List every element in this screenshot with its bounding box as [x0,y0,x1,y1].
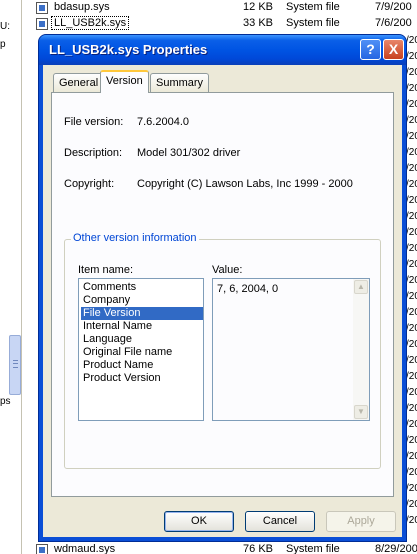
file-name: LL_USB2k.sys [50,16,130,30]
date-fragment: /200 [406,307,417,318]
copyright-value: Copyright (C) Lawson Labs, Inc 1999 - 20… [137,178,353,190]
system-file-icon [36,544,48,554]
date-fragment: /200 [406,403,417,414]
help-icon: ? [366,41,375,57]
date-fragment: /200 [406,147,417,158]
other-version-info-group: Other version information Item name: Val… [64,232,381,469]
date-fragment: /200 [406,483,417,494]
list-item[interactable]: Original File name [81,346,203,359]
file-version-value: 7.6.2004.0 [137,116,189,128]
list-item[interactable]: File Version [81,307,203,320]
list-item[interactable]: Language [81,333,203,346]
description-value: Model 301/302 driver [137,147,241,159]
file-type: System file [286,543,340,554]
date-fragment: /200 [406,67,417,78]
close-icon: X [388,41,399,57]
file-name: bdasup.sys [54,1,110,13]
explorer-left-scrollbar-thumb[interactable] [9,335,21,395]
scroll-grip-icon [13,360,18,368]
date-fragment: /200 [406,259,417,270]
file-date: 8/29/200 [375,543,417,554]
date-fragment: /200 [406,163,417,174]
date-fragment: /200 [406,515,417,526]
tab-general[interactable]: General [53,73,105,92]
explorer-left-pane: U: p ps [0,0,12,554]
dialog-titlebar[interactable]: LL_USB2k.sys Properties ? X [39,35,406,65]
copyright-label: Copyright: [64,178,115,190]
dialog-title: LL_USB2k.sys Properties [49,42,208,57]
file-row[interactable]: LL_USB2k.sys 33 KB System file 7/6/200 [30,16,417,32]
list-item[interactable]: Internal Name [81,320,203,333]
left-fragment: U: [0,21,10,32]
item-name-label: Item name: [78,264,134,276]
file-row[interactable]: bdasup.sys 12 KB System file 7/9/200 [30,0,417,16]
tab-version[interactable]: Version [100,70,149,93]
value-textbox[interactable]: 7, 6, 2004, 0 ▲ ▼ [212,278,370,421]
dialog-client-area: General Version Summary File version: 7.… [43,65,402,537]
close-button[interactable]: X [383,39,404,60]
date-fragment: /200 [406,275,417,286]
date-fragment: /200 [406,83,417,94]
version-tab-panel: File version: 7.6.2004.0 Description: Mo… [51,92,394,497]
date-fragment: /200 [406,435,417,446]
date-fragment: /200 [406,35,417,46]
explorer-pane-divider[interactable] [21,0,22,554]
description-label: Description: [64,147,123,159]
item-name-listbox[interactable]: Comments Company File Version Internal Name… [78,278,204,421]
tab-summary[interactable]: Summary [150,73,210,92]
date-fragment: /200 [406,115,417,126]
file-size: 76 KB [243,543,273,554]
apply-button[interactable]: Apply [326,511,396,532]
file-size: 33 KB [243,17,273,29]
file-row[interactable]: wdmaud.sys 76 KB System file 8/29/200 [30,542,417,554]
scroll-up-arrow-icon[interactable]: ▲ [354,280,368,294]
date-fragment: /200 [406,243,417,254]
date-fragment: /200 [406,51,417,62]
value-text: 7, 6, 2004, 0 [217,283,279,295]
system-file-icon [36,2,48,14]
cancel-button[interactable]: Cancel [245,511,315,532]
date-fragment: /200 [406,99,417,110]
date-fragment: /200 [406,291,417,302]
date-fragment: /200 [406,179,417,190]
list-item[interactable]: Company [81,294,203,307]
date-fragment: /200 [406,419,417,430]
date-fragment: /200 [406,339,417,350]
list-item[interactable]: Comments [81,281,203,294]
date-fragment: /200 [406,387,417,398]
group-legend: Other version information [71,232,199,244]
properties-dialog: LL_USB2k.sys Properties ? X General Vers… [38,34,407,542]
date-fragment: /200 [406,499,417,510]
date-fragment: /200 [406,323,417,334]
system-file-icon [36,18,48,30]
date-fragment: /200 [406,131,417,142]
date-fragment: /200 [406,227,417,238]
help-button[interactable]: ? [360,39,381,60]
value-scrollbar[interactable]: ▲ ▼ [353,279,369,420]
list-item[interactable]: Product Name [81,359,203,372]
file-date: 7/9/200 [375,1,412,13]
ok-button[interactable]: OK [164,511,234,532]
file-version-label: File version: [64,116,124,128]
left-fragment: p [0,39,6,50]
date-fragment: /200 [406,371,417,382]
date-fragment: /200 [406,451,417,462]
value-label: Value: [212,264,243,276]
list-item[interactable]: Product Version [81,372,203,385]
file-type: System file [286,17,340,29]
file-size: 12 KB [243,1,273,13]
left-fragment: ps [0,396,11,407]
file-date: 7/6/200 [375,17,412,29]
file-type: System file [286,1,340,13]
date-fragment: /200 [406,211,417,222]
scroll-down-arrow-icon[interactable]: ▼ [354,405,368,419]
file-name: wdmaud.sys [54,543,116,554]
date-fragment: /200 [406,195,417,206]
date-fragment: /200 [406,467,417,478]
date-fragment: /200 [406,355,417,366]
